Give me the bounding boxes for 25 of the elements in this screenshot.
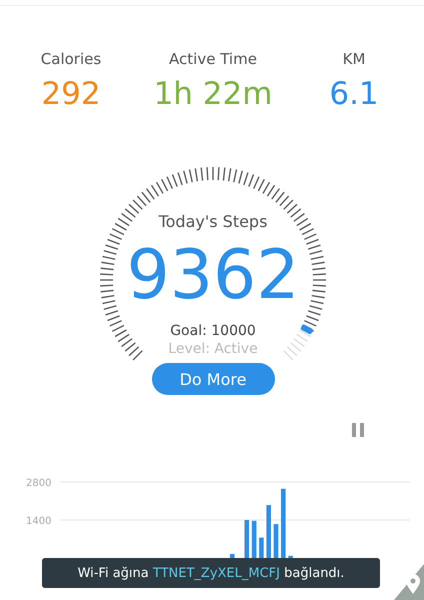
stat-value: 292 bbox=[41, 75, 101, 114]
chart-bar bbox=[288, 556, 293, 558]
axis-label: 2800 bbox=[26, 478, 52, 489]
stat-value: 1h 22m bbox=[154, 75, 272, 114]
chart-bar bbox=[266, 505, 271, 558]
chart-bar bbox=[259, 538, 264, 558]
stat-label: Active Time bbox=[169, 50, 257, 68]
pause-icon[interactable] bbox=[351, 422, 365, 438]
do-more-button[interactable]: Do More bbox=[152, 363, 274, 395]
level-text: Level: Active bbox=[168, 341, 258, 357]
stat-label: KM bbox=[342, 50, 366, 68]
chart-bar bbox=[274, 524, 278, 558]
location-pin-icon[interactable] bbox=[394, 564, 424, 600]
chart-bar bbox=[244, 520, 250, 558]
stat-label: Calories bbox=[40, 50, 102, 68]
steps-count: 9362 bbox=[126, 235, 300, 317]
chart-bar bbox=[252, 520, 256, 558]
steps-title: Today's Steps bbox=[158, 212, 268, 231]
stat-value: 6.1 bbox=[329, 75, 379, 114]
chart-bar bbox=[281, 488, 286, 558]
chart-bar bbox=[230, 554, 234, 558]
goal-text: Goal: 10000 bbox=[170, 323, 256, 339]
toast-message: Wi-Fi ağına TTNET_ZyXEL_MCFJ bağlandı. bbox=[78, 566, 344, 580]
progress-marker bbox=[300, 324, 314, 335]
axis-label: 1400 bbox=[26, 516, 52, 527]
